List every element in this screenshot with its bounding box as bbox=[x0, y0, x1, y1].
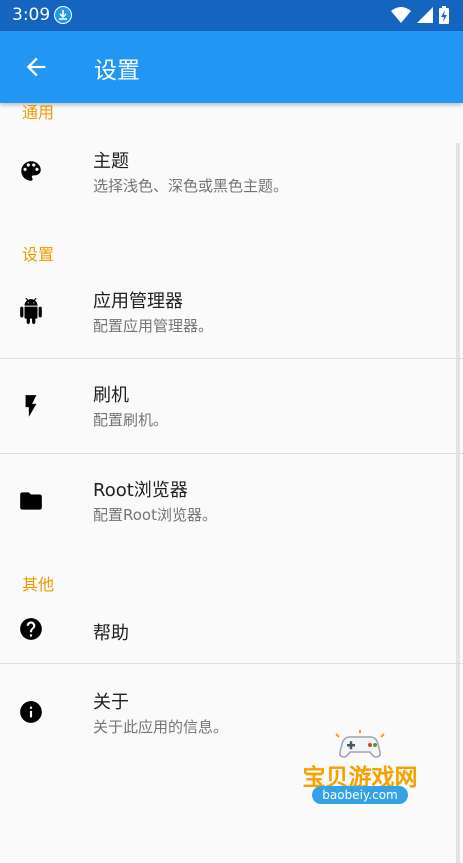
battery-icon bbox=[439, 6, 449, 24]
pref-summary: 配置刷机。 bbox=[93, 411, 169, 429]
pref-title: Root浏览器 bbox=[93, 480, 188, 501]
app-bar: 设置 bbox=[0, 31, 463, 103]
pref-app-manager[interactable]: 应用管理器 配置应用管理器。 bbox=[0, 265, 463, 358]
pref-summary: 选择浅色、深色或黑色主题。 bbox=[93, 177, 289, 195]
folder-icon bbox=[18, 488, 44, 514]
pref-summary: 配置应用管理器。 bbox=[93, 317, 214, 335]
section-header-settings: 设置 bbox=[22, 245, 55, 264]
gamepad-icon bbox=[335, 730, 385, 758]
pref-title: 关于 bbox=[93, 692, 129, 713]
palette-icon bbox=[18, 158, 44, 184]
settings-list[interactable]: 通用 主题 选择浅色、深色或黑色主题。 设置 应用管理器 配置应用管理器。 刷机… bbox=[0, 103, 463, 863]
page-title: 设置 bbox=[94, 58, 140, 84]
pref-title: 主题 bbox=[93, 151, 129, 172]
pref-root-browser[interactable]: Root浏览器 配置Root浏览器。 bbox=[0, 454, 463, 548]
back-arrow-icon[interactable] bbox=[22, 53, 50, 81]
status-icons bbox=[391, 6, 449, 24]
signal-icon bbox=[417, 7, 433, 23]
pref-title: 应用管理器 bbox=[93, 291, 183, 312]
pref-title: 帮助 bbox=[93, 623, 129, 644]
watermark-url: baobeiy.com bbox=[312, 786, 408, 804]
status-bar: 3:09 bbox=[0, 0, 463, 31]
flash-icon bbox=[18, 393, 44, 419]
section-header-other: 其他 bbox=[22, 575, 55, 594]
status-time: 3:09 bbox=[12, 5, 51, 25]
pref-theme[interactable]: 主题 选择浅色、深色或黑色主题。 bbox=[0, 123, 463, 223]
pref-help[interactable]: 帮助 bbox=[0, 595, 463, 663]
pref-summary: 关于此应用的信息。 bbox=[93, 718, 229, 736]
help-icon bbox=[18, 616, 44, 642]
wifi-icon bbox=[391, 7, 411, 23]
info-icon bbox=[18, 699, 44, 725]
android-icon bbox=[18, 298, 44, 324]
download-notification-icon bbox=[54, 6, 72, 24]
pref-summary: 配置Root浏览器。 bbox=[93, 506, 217, 524]
watermark-logo: 宝贝游戏网 baobeiy.com bbox=[288, 730, 432, 810]
pref-title: 刷机 bbox=[93, 385, 129, 406]
pref-flash[interactable]: 刷机 配置刷机。 bbox=[0, 359, 463, 453]
